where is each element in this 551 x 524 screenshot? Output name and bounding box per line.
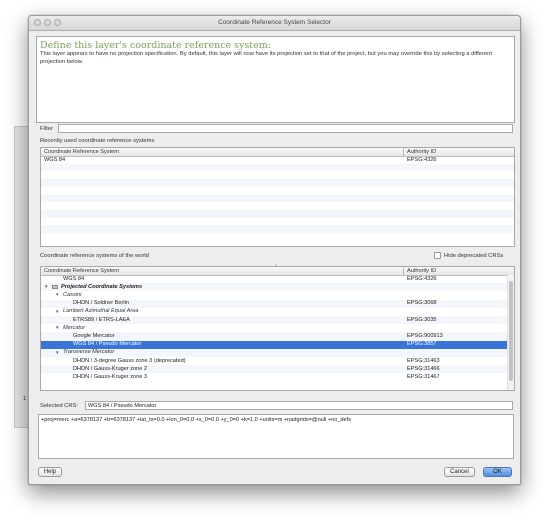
- recent-crs-table[interactable]: Coordinate Reference System Authority ID…: [40, 147, 515, 247]
- crs-name-cell: Cassini: [63, 291, 82, 298]
- authority-id-cell: EPSG:4326: [407, 275, 437, 282]
- authority-id-cell: EPSG:3035: [407, 316, 437, 323]
- empty-row: [41, 179, 514, 187]
- window-title: Coordinate Reference System Selector: [218, 19, 331, 26]
- tree-row[interactable]: DHDN / Soldner Berlin EPSG:3068: [41, 299, 514, 308]
- column-divider[interactable]: [403, 148, 404, 156]
- crs-name-cell: DHDN / 3-degree Gauss zone 3 (deprecated…: [73, 357, 186, 364]
- crs-name-cell: ETRS89 / ETRS-LAEA: [73, 316, 130, 323]
- tree-row[interactable]: ETRS89 / ETRS-LAEA EPSG:3035: [41, 316, 514, 325]
- column-divider[interactable]: [403, 267, 404, 275]
- world-crs-tree[interactable]: Coordinate Reference System Authority ID…: [40, 266, 515, 391]
- tree-row[interactable]: Google Mercator EPSG:900913: [41, 332, 514, 341]
- expand-arrow-icon[interactable]: ▼: [55, 309, 59, 314]
- hide-deprecated-checkbox[interactable]: [434, 252, 441, 259]
- tree-row[interactable]: WGS 84 / Pseudo Mercator EPSG:3857: [41, 340, 514, 349]
- table-row[interactable]: WGS 84 EPSG:4326: [41, 156, 514, 164]
- authority-id-cell: EPSG:3068: [407, 300, 437, 307]
- crs-name-cell: Projected Coordinate Systems: [61, 283, 143, 290]
- empty-row: [41, 202, 514, 210]
- info-heading: Define this layer's coordinate reference…: [40, 40, 271, 51]
- crs-name-cell: Lambert Azimuthal Equal Area: [63, 308, 139, 315]
- filter-label: Filter: [40, 126, 53, 132]
- filter-input[interactable]: [58, 124, 513, 133]
- hide-deprecated-label: Hide deprecated CRSs: [444, 253, 504, 259]
- scrollbar-thumb[interactable]: [509, 281, 513, 381]
- empty-row: [41, 225, 514, 233]
- selected-crs-value: WGS 84 / Pseudo Mercator: [88, 403, 157, 409]
- recent-col-crs[interactable]: Coordinate Reference System: [44, 149, 119, 155]
- world-crs-label: Coordinate reference systems of the worl…: [40, 253, 149, 259]
- crs-name-cell: DHDN / Soldner Berlin: [73, 300, 129, 307]
- info-text: This layer appears to have no projection…: [40, 51, 492, 65]
- crs-name-cell: Transverse Mercator: [63, 349, 115, 356]
- crs-name-cell: WGS 84: [63, 275, 85, 282]
- world-tree-scrollbar[interactable]: [507, 275, 514, 390]
- world-col-authority[interactable]: Authority ID: [407, 268, 436, 274]
- tree-group-row[interactable]: ▼ Lambert Azimuthal Equal Area: [41, 308, 514, 316]
- authority-id-cell: EPSG:31467: [407, 373, 440, 380]
- selected-crs-field: WGS 84 / Pseudo Mercator: [85, 401, 513, 410]
- info-panel: Define this layer's coordinate reference…: [36, 36, 515, 123]
- world-col-crs[interactable]: Coordinate Reference System: [44, 268, 119, 274]
- empty-row: [41, 187, 514, 195]
- tree-row[interactable]: WGS 84 EPSG:4326: [41, 275, 514, 283]
- crs-name-cell: DHDN / Gauss-Kruger zone 3: [73, 373, 147, 380]
- crs-selector-dialog: Coordinate Reference System Selector Def…: [28, 15, 521, 485]
- crs-name-cell: Mercator: [63, 324, 86, 331]
- empty-row: [41, 233, 514, 241]
- empty-row: [41, 171, 514, 179]
- help-button[interactable]: Help: [38, 467, 62, 477]
- empty-row: [41, 209, 514, 218]
- cancel-button[interactable]: Cancel: [444, 467, 475, 477]
- expand-arrow-icon[interactable]: ▼: [55, 292, 59, 297]
- tree-group-row[interactable]: ▼ Projected Coordinate Systems: [41, 283, 514, 292]
- crs-name-cell: WGS 84 / Pseudo Mercator: [73, 341, 142, 348]
- title-bar[interactable]: Coordinate Reference System Selector: [29, 16, 520, 31]
- authority-id-cell: EPSG:3857: [407, 341, 437, 348]
- recent-col-authority[interactable]: Authority ID: [407, 149, 436, 155]
- tree-group-row[interactable]: ▼ Cassini: [41, 291, 514, 299]
- tree-row[interactable]: DHDN / 3-degree Gauss zone 3 (deprecated…: [41, 357, 514, 365]
- selected-crs-label: Selected CRS:: [40, 403, 79, 409]
- empty-row: [41, 194, 514, 203]
- empty-row: [41, 163, 514, 172]
- recent-crs-label: Recently used coordinate reference syste…: [40, 138, 155, 144]
- crs-name-cell: Google Mercator: [73, 332, 115, 339]
- expand-arrow-icon[interactable]: ▼: [44, 284, 48, 289]
- proj-string-text: +proj=merc +a=6378137 +b=6378137 +lat_ts…: [41, 417, 352, 423]
- ok-button[interactable]: OK: [483, 467, 512, 477]
- crs-name-cell: DHDN / Gauss-Kruger zone 2: [73, 365, 147, 372]
- authority-id-cell: EPSG:31463: [407, 357, 440, 364]
- authority-id-cell: EPSG:31466: [407, 365, 440, 372]
- background-window-text: 1: [23, 396, 27, 402]
- tree-row[interactable]: DHDN / Gauss-Kruger zone 2 EPSG:31466: [41, 365, 514, 374]
- crs-name-cell: WGS 84: [44, 156, 66, 163]
- proj-string-box[interactable]: +proj=merc +a=6378137 +b=6378137 +lat_ts…: [38, 414, 514, 459]
- empty-row: [41, 218, 514, 226]
- tree-row[interactable]: DHDN / Gauss-Kruger zone 3 EPSG:31467: [41, 373, 514, 381]
- tree-group-row[interactable]: ▼ Transverse Mercator: [41, 348, 514, 357]
- expand-arrow-icon[interactable]: ▼: [55, 325, 59, 330]
- authority-id-cell: EPSG:900913: [407, 332, 443, 339]
- expand-arrow-icon[interactable]: ▼: [55, 350, 59, 355]
- tree-group-row[interactable]: ▼ Mercator: [41, 324, 514, 332]
- folder-icon: [52, 284, 58, 290]
- authority-id-cell: EPSG:4326: [407, 156, 437, 163]
